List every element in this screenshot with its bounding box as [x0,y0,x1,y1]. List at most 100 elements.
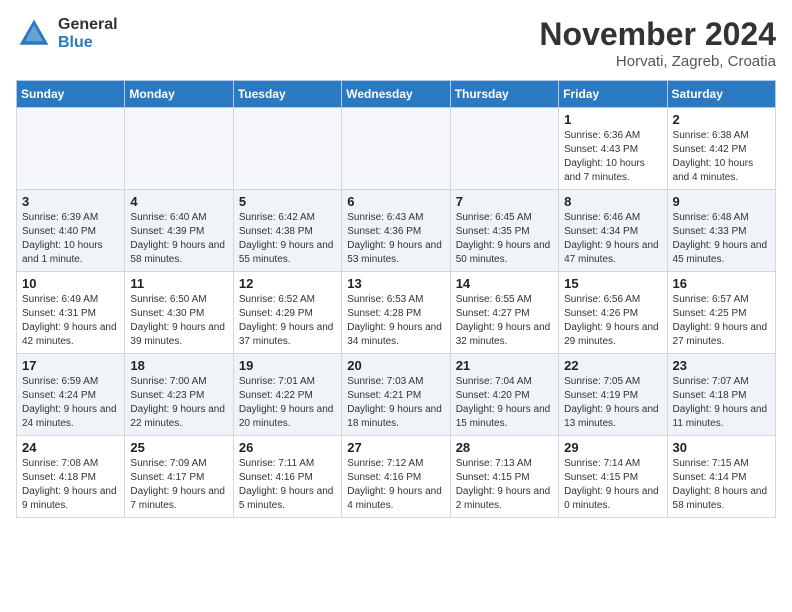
calendar-cell: 22 Sunrise: 7:05 AM Sunset: 4:19 PM Dayli… [559,354,667,436]
calendar-cell: 15 Sunrise: 6:56 AM Sunset: 4:26 PM Dayli… [559,272,667,354]
weekday-header-friday: Friday [559,81,667,108]
day-info: Sunrise: 6:59 AM Sunset: 4:24 PM Dayligh… [22,375,119,431]
calendar-cell: 10 Sunrise: 6:49 AM Sunset: 4:31 PM Dayli… [17,272,125,354]
weekday-header-row: SundayMondayTuesdayWednesdayThursdayFrid… [17,81,776,108]
day-number: 8 [564,194,661,209]
day-info: Sunrise: 7:04 AM Sunset: 4:20 PM Dayligh… [456,375,553,431]
calendar-cell: 9 Sunrise: 6:48 AM Sunset: 4:33 PM Daylig… [667,190,775,272]
day-info: Sunrise: 6:55 AM Sunset: 4:27 PM Dayligh… [456,293,553,349]
calendar-table: SundayMondayTuesdayWednesdayThursdayFrid… [16,80,776,518]
day-number: 29 [564,440,661,455]
calendar-cell: 23 Sunrise: 7:07 AM Sunset: 4:18 PM Dayli… [667,354,775,436]
header: General Blue November 2024 Horvati, Zagr… [16,16,776,70]
day-info: Sunrise: 6:56 AM Sunset: 4:26 PM Dayligh… [564,293,661,349]
day-number: 16 [673,276,770,291]
day-number: 15 [564,276,661,291]
day-info: Sunrise: 7:13 AM Sunset: 4:15 PM Dayligh… [456,457,553,513]
day-number: 27 [347,440,444,455]
calendar-cell [17,108,125,190]
calendar-cell: 27Sunrise: 7:12 AM Sunset: 4:16 PM Dayli… [342,436,450,518]
day-info: Sunrise: 7:05 AM Sunset: 4:19 PM Dayligh… [564,375,661,431]
day-number: 25 [130,440,227,455]
logo-general-label: General [58,16,118,34]
logo-icon [16,16,52,52]
day-info: Sunrise: 6:46 AM Sunset: 4:34 PM Dayligh… [564,211,661,267]
calendar-cell: 6 Sunrise: 6:43 AM Sunset: 4:36 PM Daylig… [342,190,450,272]
day-info: Sunrise: 6:48 AM Sunset: 4:33 PM Dayligh… [673,211,770,267]
day-info: Sunrise: 6:49 AM Sunset: 4:31 PM Dayligh… [22,293,119,349]
calendar-cell: 4 Sunrise: 6:40 AM Sunset: 4:39 PM Daylig… [125,190,233,272]
day-number: 24 [22,440,119,455]
day-info: Sunrise: 7:14 AM Sunset: 4:15 PM Dayligh… [564,457,661,513]
day-info: Sunrise: 6:36 AM Sunset: 4:43 PM Dayligh… [564,129,661,185]
calendar-cell: 1 Sunrise: 6:36 AM Sunset: 4:43 PM Daylig… [559,108,667,190]
day-number: 7 [456,194,553,209]
day-info: Sunrise: 6:57 AM Sunset: 4:25 PM Dayligh… [673,293,770,349]
week-row-1: 1 Sunrise: 6:36 AM Sunset: 4:43 PM Daylig… [17,108,776,190]
calendar-cell: 16 Sunrise: 6:57 AM Sunset: 4:25 PM Dayli… [667,272,775,354]
day-info: Sunrise: 7:07 AM Sunset: 4:18 PM Dayligh… [673,375,770,431]
weekday-header-wednesday: Wednesday [342,81,450,108]
day-info: Sunrise: 6:43 AM Sunset: 4:36 PM Dayligh… [347,211,444,267]
day-number: 6 [347,194,444,209]
calendar-cell: 3 Sunrise: 6:39 AM Sunset: 4:40 PM Daylig… [17,190,125,272]
day-number: 23 [673,358,770,373]
calendar-cell: 21 Sunrise: 7:04 AM Sunset: 4:20 PM Dayli… [450,354,558,436]
weekday-header-tuesday: Tuesday [233,81,341,108]
calendar-cell: 19 Sunrise: 7:01 AM Sunset: 4:22 PM Dayli… [233,354,341,436]
calendar-cell: 29 Sunrise: 7:14 AM Sunset: 4:15 PM Dayli… [559,436,667,518]
calendar-cell: 8 Sunrise: 6:46 AM Sunset: 4:34 PM Daylig… [559,190,667,272]
logo-text: General Blue [58,16,118,51]
day-number: 11 [130,276,227,291]
calendar-cell: 30 Sunrise: 7:15 AM Sunset: 4:14 PM Dayli… [667,436,775,518]
day-number: 26 [239,440,336,455]
day-number: 20 [347,358,444,373]
calendar-cell: 11 Sunrise: 6:50 AM Sunset: 4:30 PM Dayli… [125,272,233,354]
day-number: 5 [239,194,336,209]
logo: General Blue [16,16,118,52]
day-number: 13 [347,276,444,291]
day-info: Sunrise: 6:53 AM Sunset: 4:28 PM Dayligh… [347,293,444,349]
day-number: 17 [22,358,119,373]
day-number: 3 [22,194,119,209]
day-info: Sunrise: 6:39 AM Sunset: 4:40 PM Dayligh… [22,211,119,267]
calendar-cell [450,108,558,190]
calendar-cell: 26 Sunrise: 7:11 AM Sunset: 4:16 PM Dayli… [233,436,341,518]
day-number: 12 [239,276,336,291]
day-number: 9 [673,194,770,209]
calendar-cell: 17 Sunrise: 6:59 AM Sunset: 4:24 PM Dayli… [17,354,125,436]
day-number: 28 [456,440,553,455]
day-info: Sunrise: 7:15 AM Sunset: 4:14 PM Dayligh… [673,457,770,513]
weekday-header-sunday: Sunday [17,81,125,108]
day-info: Sunrise: 7:11 AM Sunset: 4:16 PM Dayligh… [239,457,336,513]
day-number: 10 [22,276,119,291]
calendar-cell: 12Sunrise: 6:52 AM Sunset: 4:29 PM Dayli… [233,272,341,354]
logo-blue-label: Blue [58,34,118,52]
day-info: Sunrise: 6:50 AM Sunset: 4:30 PM Dayligh… [130,293,227,349]
day-number: 19 [239,358,336,373]
calendar-cell: 7 Sunrise: 6:45 AM Sunset: 4:35 PM Daylig… [450,190,558,272]
calendar-cell: 28 Sunrise: 7:13 AM Sunset: 4:15 PM Dayli… [450,436,558,518]
day-info: Sunrise: 7:03 AM Sunset: 4:21 PM Dayligh… [347,375,444,431]
calendar-cell [342,108,450,190]
calendar-cell: 18Sunrise: 7:00 AM Sunset: 4:23 PM Dayli… [125,354,233,436]
weekday-header-thursday: Thursday [450,81,558,108]
location-subtitle: Horvati, Zagreb, Croatia [539,53,776,70]
calendar-cell: 2Sunrise: 6:38 AM Sunset: 4:42 PM Daylig… [667,108,775,190]
calendar-cell: 25Sunrise: 7:09 AM Sunset: 4:17 PM Dayli… [125,436,233,518]
day-number: 18 [130,358,227,373]
weekday-header-monday: Monday [125,81,233,108]
day-number: 22 [564,358,661,373]
month-title: November 2024 [539,16,776,53]
day-number: 21 [456,358,553,373]
day-number: 1 [564,112,661,127]
day-info: Sunrise: 6:40 AM Sunset: 4:39 PM Dayligh… [130,211,227,267]
calendar-cell: 13 Sunrise: 6:53 AM Sunset: 4:28 PM Dayli… [342,272,450,354]
day-info: Sunrise: 6:38 AM Sunset: 4:42 PM Dayligh… [673,129,770,185]
week-row-5: 24Sunrise: 7:08 AM Sunset: 4:18 PM Dayli… [17,436,776,518]
day-info: Sunrise: 7:01 AM Sunset: 4:22 PM Dayligh… [239,375,336,431]
day-info: Sunrise: 6:45 AM Sunset: 4:35 PM Dayligh… [456,211,553,267]
day-number: 4 [130,194,227,209]
day-number: 30 [673,440,770,455]
week-row-3: 10 Sunrise: 6:49 AM Sunset: 4:31 PM Dayli… [17,272,776,354]
